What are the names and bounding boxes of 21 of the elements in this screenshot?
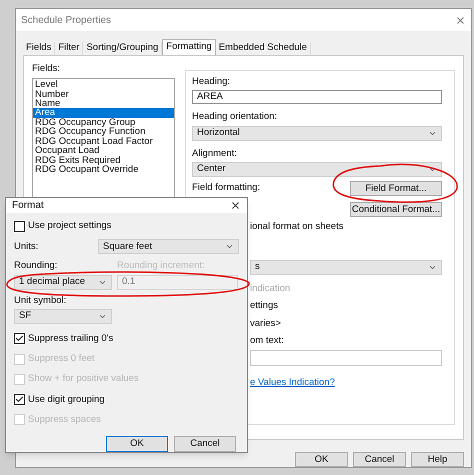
- setting-text: ional format on sheets: [250, 220, 344, 234]
- window-title: Schedule Properties: [21, 14, 112, 28]
- fields-label: Fields:: [32, 62, 61, 76]
- field-formatting-label: Field formatting:: [192, 181, 260, 196]
- setting-text: varies>: [250, 316, 282, 330]
- units-label: Units:: [14, 240, 38, 254]
- setting-text: indication: [250, 282, 292, 296]
- window-title: Format: [12, 199, 44, 213]
- alignment-label: Alignment:: [192, 146, 238, 160]
- checkbox-label: Use digit grouping: [28, 392, 105, 406]
- checkbox-label: Suppress trailing 0's: [28, 332, 114, 346]
- rounding-label: Rounding:: [14, 259, 58, 274]
- heading-label: Heading:: [192, 75, 232, 89]
- unit-symbol-label: Unit symbol:: [14, 294, 68, 308]
- checkbox-label: Suppress spaces: [28, 412, 101, 427]
- checkbox-label: Show + for positive values: [28, 372, 139, 386]
- heading-orientation-label: Heading orientation:: [192, 110, 278, 124]
- checkbox-label: Use project settings: [28, 219, 112, 233]
- setting-text: ettings: [250, 299, 279, 314]
- setting-text: om text:: [250, 334, 285, 348]
- checkbox-label: Suppress 0 feet: [28, 352, 95, 366]
